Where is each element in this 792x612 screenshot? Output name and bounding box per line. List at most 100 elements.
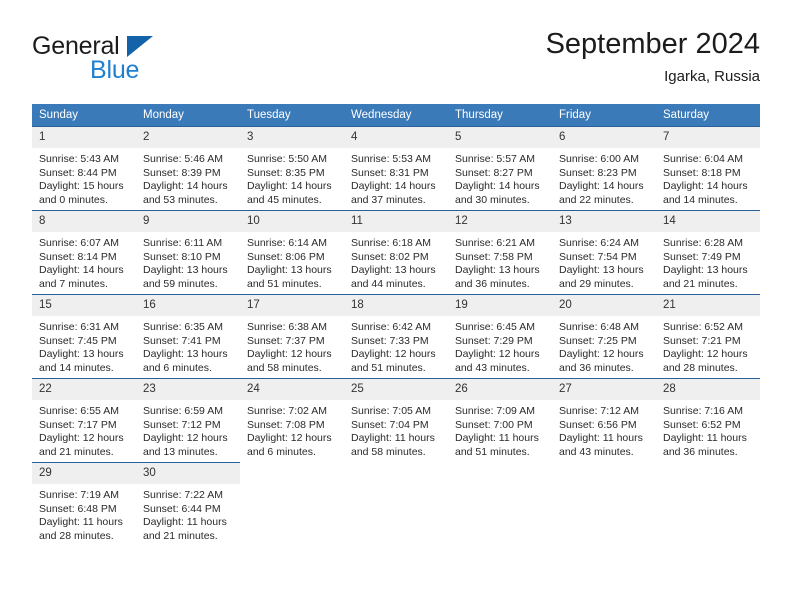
- sunset-text: Sunset: 6:48 PM: [39, 502, 117, 515]
- calendar-day-cell[interactable]: 27 Sunrise: 7:12 AM Sunset: 6:56 PM Dayligh…: [552, 378, 656, 462]
- day-details: Sunrise: 7:02 AM Sunset: 7:08 PM Daylight:…: [240, 400, 344, 459]
- sunrise-text: Sunrise: 6:00 AM: [559, 153, 639, 165]
- daylight-text-line1: Daylight: 12 hours: [39, 432, 124, 445]
- daylight-text-line2: and 36 minutes.: [559, 361, 634, 374]
- calendar-day-cell[interactable]: 9 Sunrise: 6:11 AM Sunset: 8:10 PM Daylight…: [136, 210, 240, 294]
- calendar-day-cell[interactable]: 16 Sunrise: 6:35 AM Sunset: 7:41 PM Dayligh…: [136, 294, 240, 378]
- day-details: Sunrise: 7:09 AM Sunset: 7:00 PM Daylight:…: [448, 400, 552, 459]
- calendar-day-cell[interactable]: 29 Sunrise: 7:19 AM Sunset: 6:48 PM Dayligh…: [32, 462, 136, 546]
- sunrise-text: Sunrise: 6:45 AM: [455, 321, 535, 333]
- daylight-text-line2: and 7 minutes.: [39, 277, 108, 290]
- sunrise-text: Sunrise: 7:05 AM: [351, 405, 431, 417]
- daylight-text-line1: Daylight: 11 hours: [351, 432, 435, 445]
- calendar-day-cell[interactable]: 3 Sunrise: 5:50 AM Sunset: 8:35 PM Daylight…: [240, 126, 344, 210]
- sunrise-text: Sunrise: 6:04 AM: [663, 153, 743, 165]
- calendar-day-cell[interactable]: 23 Sunrise: 6:59 AM Sunset: 7:12 PM Dayligh…: [136, 378, 240, 462]
- location-subtitle: Igarka, Russia: [664, 68, 760, 85]
- daylight-text-line2: and 0 minutes.: [39, 193, 108, 206]
- day-number: 6: [552, 127, 656, 148]
- daylight-text-line1: Daylight: 14 hours: [559, 180, 644, 193]
- calendar-day-cell[interactable]: 1 Sunrise: 5:43 AM Sunset: 8:44 PM Daylight…: [32, 126, 136, 210]
- calendar-day-cell[interactable]: 22 Sunrise: 6:55 AM Sunset: 7:17 PM Dayligh…: [32, 378, 136, 462]
- daylight-text-line1: Daylight: 13 hours: [39, 348, 124, 361]
- sunset-text: Sunset: 7:54 PM: [559, 250, 637, 263]
- day-number: 2: [136, 127, 240, 148]
- daylight-text-line1: Daylight: 13 hours: [143, 264, 228, 277]
- calendar-day-cell[interactable]: 28 Sunrise: 7:16 AM Sunset: 6:52 PM Dayligh…: [656, 378, 760, 462]
- page-title: September 2024: [545, 28, 760, 60]
- day-details: Sunrise: 6:07 AM Sunset: 8:14 PM Daylight:…: [32, 232, 136, 291]
- calendar-day-cell[interactable]: 18 Sunrise: 6:42 AM Sunset: 7:33 PM Dayligh…: [344, 294, 448, 378]
- sunrise-text: Sunrise: 7:22 AM: [143, 489, 223, 501]
- day-number: 20: [552, 295, 656, 316]
- day-number: 23: [136, 379, 240, 400]
- daylight-text-line2: and 14 minutes.: [663, 193, 738, 206]
- daylight-text-line2: and 59 minutes.: [143, 277, 218, 290]
- daylight-text-line1: Daylight: 12 hours: [247, 432, 332, 445]
- calendar-day-cell[interactable]: 21 Sunrise: 6:52 AM Sunset: 7:21 PM Dayligh…: [656, 294, 760, 378]
- day-details: Sunrise: 5:53 AM Sunset: 8:31 PM Daylight:…: [344, 148, 448, 207]
- day-number: 14: [656, 211, 760, 232]
- calendar-day-cell[interactable]: 11 Sunrise: 6:18 AM Sunset: 8:02 PM Dayligh…: [344, 210, 448, 294]
- day-details: Sunrise: 6:59 AM Sunset: 7:12 PM Daylight:…: [136, 400, 240, 459]
- sunset-text: Sunset: 7:58 PM: [455, 250, 533, 263]
- daylight-text-line1: Daylight: 13 hours: [247, 264, 332, 277]
- weekday-header-saturday: Saturday: [656, 104, 760, 126]
- daylight-text-line2: and 51 minutes.: [351, 361, 426, 374]
- day-number: 17: [240, 295, 344, 316]
- day-number: 21: [656, 295, 760, 316]
- calendar-day-cell[interactable]: 12 Sunrise: 6:21 AM Sunset: 7:58 PM Dayligh…: [448, 210, 552, 294]
- day-details: Sunrise: 6:38 AM Sunset: 7:37 PM Daylight:…: [240, 316, 344, 375]
- sunrise-text: Sunrise: 7:02 AM: [247, 405, 327, 417]
- calendar-day-cell[interactable]: 26 Sunrise: 7:09 AM Sunset: 7:00 PM Dayligh…: [448, 378, 552, 462]
- weekday-header-thursday: Thursday: [448, 104, 552, 126]
- calendar-day-cell[interactable]: 4 Sunrise: 5:53 AM Sunset: 8:31 PM Daylight…: [344, 126, 448, 210]
- sunset-text: Sunset: 7:12 PM: [143, 418, 221, 431]
- sunset-text: Sunset: 7:29 PM: [455, 334, 533, 347]
- day-details: Sunrise: 6:35 AM Sunset: 7:41 PM Daylight:…: [136, 316, 240, 375]
- daylight-text-line2: and 43 minutes.: [455, 361, 530, 374]
- calendar-day-cell[interactable]: 15 Sunrise: 6:31 AM Sunset: 7:45 PM Dayligh…: [32, 294, 136, 378]
- calendar-day-cell[interactable]: 13 Sunrise: 6:24 AM Sunset: 7:54 PM Dayligh…: [552, 210, 656, 294]
- sunrise-text: Sunrise: 6:18 AM: [351, 237, 431, 249]
- calendar-day-cell[interactable]: 7 Sunrise: 6:04 AM Sunset: 8:18 PM Daylight…: [656, 126, 760, 210]
- daylight-text-line1: Daylight: 12 hours: [351, 348, 436, 361]
- day-details: Sunrise: 5:50 AM Sunset: 8:35 PM Daylight:…: [240, 148, 344, 207]
- calendar-day-cell[interactable]: 24 Sunrise: 7:02 AM Sunset: 7:08 PM Dayligh…: [240, 378, 344, 462]
- calendar-day-cell[interactable]: 30 Sunrise: 7:22 AM Sunset: 6:44 PM Dayligh…: [136, 462, 240, 546]
- day-details: Sunrise: 6:00 AM Sunset: 8:23 PM Daylight:…: [552, 148, 656, 207]
- calendar-day-cell[interactable]: 17 Sunrise: 6:38 AM Sunset: 7:37 PM Dayligh…: [240, 294, 344, 378]
- day-details: Sunrise: 6:04 AM Sunset: 8:18 PM Daylight:…: [656, 148, 760, 207]
- sunset-text: Sunset: 7:37 PM: [247, 334, 325, 347]
- calendar-day-cell[interactable]: 5 Sunrise: 5:57 AM Sunset: 8:27 PM Daylight…: [448, 126, 552, 210]
- sunrise-text: Sunrise: 5:50 AM: [247, 153, 327, 165]
- calendar-day-cell[interactable]: 6 Sunrise: 6:00 AM Sunset: 8:23 PM Daylight…: [552, 126, 656, 210]
- daylight-text-line1: Daylight: 14 hours: [39, 264, 124, 277]
- weekday-header-monday: Monday: [136, 104, 240, 126]
- sunrise-text: Sunrise: 6:21 AM: [455, 237, 535, 249]
- daylight-text-line2: and 51 minutes.: [247, 277, 322, 290]
- calendar-day-cell[interactable]: 2 Sunrise: 5:46 AM Sunset: 8:39 PM Daylight…: [136, 126, 240, 210]
- daylight-text-line2: and 14 minutes.: [39, 361, 114, 374]
- daylight-text-line2: and 21 minutes.: [663, 277, 738, 290]
- daylight-text-line1: Daylight: 13 hours: [143, 348, 228, 361]
- calendar-week-row: 15 Sunrise: 6:31 AM Sunset: 7:45 PM Dayligh…: [32, 294, 760, 378]
- sunrise-text: Sunrise: 6:07 AM: [39, 237, 119, 249]
- calendar-day-cell[interactable]: 25 Sunrise: 7:05 AM Sunset: 7:04 PM Dayligh…: [344, 378, 448, 462]
- day-number: 1: [32, 127, 136, 148]
- calendar-day-cell[interactable]: 8 Sunrise: 6:07 AM Sunset: 8:14 PM Daylight…: [32, 210, 136, 294]
- calendar-day-cell[interactable]: 14 Sunrise: 6:28 AM Sunset: 7:49 PM Dayligh…: [656, 210, 760, 294]
- calendar-day-cell[interactable]: 20 Sunrise: 6:48 AM Sunset: 7:25 PM Dayligh…: [552, 294, 656, 378]
- day-details: Sunrise: 5:43 AM Sunset: 8:44 PM Daylight:…: [32, 148, 136, 207]
- sunrise-text: Sunrise: 6:35 AM: [143, 321, 223, 333]
- day-number: 24: [240, 379, 344, 400]
- sunset-text: Sunset: 7:45 PM: [39, 334, 117, 347]
- calendar-day-cell[interactable]: 19 Sunrise: 6:45 AM Sunset: 7:29 PM Dayligh…: [448, 294, 552, 378]
- general-blue-logo[interactable]: General Blue: [32, 32, 232, 84]
- calendar-day-cell[interactable]: 10 Sunrise: 6:14 AM Sunset: 8:06 PM Dayligh…: [240, 210, 344, 294]
- day-details: Sunrise: 6:45 AM Sunset: 7:29 PM Daylight:…: [448, 316, 552, 375]
- sunset-text: Sunset: 7:17 PM: [39, 418, 117, 431]
- sunrise-text: Sunrise: 7:09 AM: [455, 405, 535, 417]
- calendar-grid: Sunday Monday Tuesday Wednesday Thursday…: [32, 104, 760, 546]
- day-number: 19: [448, 295, 552, 316]
